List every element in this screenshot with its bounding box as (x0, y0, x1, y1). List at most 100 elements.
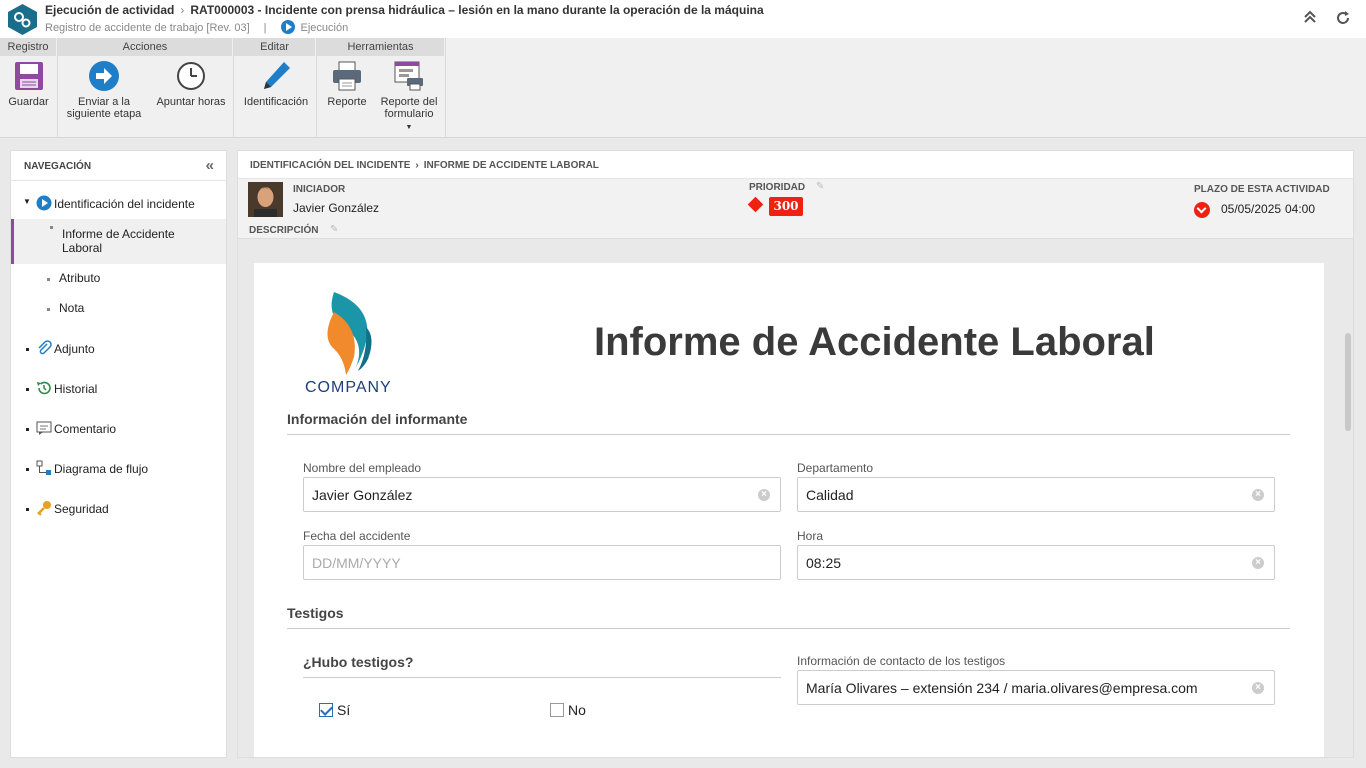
pencil-icon (264, 62, 290, 89)
form-title: Informe de Accidente Laboral (594, 320, 1155, 364)
nav-item-historial[interactable]: Historial (11, 381, 226, 399)
log-hours-button[interactable]: Apuntar horas (150, 60, 232, 108)
navigation-panel: NAVEGACIÓN « ▼ Identificación del incide… (10, 150, 227, 758)
nav-subitem-nota[interactable]: Nota (11, 301, 226, 319)
nav-item-label: Nota (59, 301, 85, 315)
form-report-button[interactable]: Reporte del formulario ▼ (377, 60, 441, 134)
send-next-stage-label: Enviar a la siguiente etapa (66, 96, 142, 120)
priority-badge: 300 (769, 197, 803, 216)
key-icon (36, 500, 52, 516)
employee-label: Nombre del empleado (303, 461, 422, 475)
nav-item-adjunto[interactable]: Adjunto (11, 340, 226, 359)
witness-no-checkbox[interactable] (550, 703, 564, 717)
nav-item-seguridad[interactable]: Seguridad (11, 501, 226, 519)
activity-info-bar: INICIADOR Javier González PRIORIDAD ✎ 30… (238, 179, 1353, 239)
title-bar: Ejecución de actividad › RAT000003 - Incid… (0, 0, 1366, 38)
nav-item-label: Informe de Accidente Laboral (62, 227, 175, 255)
time-value: 08:25 (806, 555, 842, 571)
form-sheet: COMPANY Informe de Accidente Laboral Inf… (254, 263, 1324, 757)
history-icon (36, 380, 52, 396)
accident-date-placeholder: DD/MM/YYYY (312, 555, 401, 571)
play-circle-icon (36, 195, 52, 211)
module-title[interactable]: Ejecución de actividad (45, 3, 174, 17)
deadline-date: 05/05/2025 (1221, 202, 1282, 216)
ribbon-group-label: Editar (234, 38, 316, 56)
priority-diamond-icon (747, 196, 764, 213)
section-reporter-title: Información del informante (287, 411, 1290, 435)
arrow-right-icon (89, 61, 119, 91)
employee-name-field[interactable]: Javier González × (303, 477, 781, 512)
stage-label: Ejecución (300, 21, 349, 34)
company-logo: COMPANY (304, 287, 424, 399)
witness-contact-label: Información de contacto de los testigos (797, 654, 1006, 668)
priority-label: PRIORIDAD (749, 182, 806, 193)
clock-icon (177, 62, 205, 90)
clear-icon[interactable]: × (1252, 682, 1264, 694)
form-report-icon (394, 61, 423, 91)
witness-question: ¿Hubo testigos? (303, 654, 781, 678)
save-button-label: Guardar (8, 96, 49, 108)
witness-contact-field[interactable]: María Olivares – extensión 234 / maria.o… (797, 670, 1275, 705)
ribbon-toolbar: Registro Guardar Acciones Enviar a la si… (0, 38, 1366, 138)
subtitle-separator: | (263, 21, 267, 34)
printer-icon (333, 61, 361, 91)
accident-date-label: Fecha del accidente (303, 529, 411, 543)
expand-caret-icon[interactable]: ▼ (23, 197, 31, 206)
witness-no-label[interactable]: No (568, 702, 586, 718)
comment-icon (36, 420, 52, 436)
ribbon-group-label: Herramientas (317, 38, 445, 56)
witness-contact-value: María Olivares – extensión 234 / maria.o… (806, 680, 1198, 696)
identification-label: Identificación (243, 96, 309, 108)
record-subtitle: Registro de accidente de trabajo [Rev. 0… (45, 21, 250, 34)
edit-description-icon[interactable]: ✎ (330, 224, 338, 235)
save-button[interactable]: Guardar (0, 60, 57, 108)
form-viewport[interactable]: COMPANY Informe de Accidente Laboral Inf… (238, 239, 1353, 757)
clear-icon[interactable]: × (758, 489, 770, 501)
department-value: Calidad (806, 487, 854, 503)
deadline-time: 04:00 (1285, 202, 1316, 216)
company-logo-text: COMPANY (305, 379, 392, 396)
report-button[interactable]: Reporte (319, 60, 375, 108)
ribbon-group-editar: Editar Identificación (234, 38, 317, 138)
nav-item-diagrama[interactable]: Diagrama de flujo (11, 460, 226, 479)
ribbon-group-herramientas: Herramientas Reporte Reporte del formula… (317, 38, 446, 138)
flowchart-icon (36, 460, 52, 476)
play-circle-icon (280, 20, 295, 34)
ribbon-group-registro: Registro Guardar (0, 38, 58, 138)
clear-icon[interactable]: × (1252, 557, 1264, 569)
report-label: Reporte (327, 96, 367, 108)
collapse-panel-icon[interactable]: « (206, 157, 214, 174)
nav-item-label: Adjunto (54, 342, 95, 356)
witness-yes-checkbox[interactable] (319, 703, 333, 717)
witness-yes-label[interactable]: Sí (337, 702, 350, 718)
breadcrumb: IDENTIFICACIÓN DEL INCIDENTE › INFORME DE … (238, 151, 1353, 179)
initiator-name: Javier González (293, 201, 380, 215)
nav-item-comentario[interactable]: Comentario (11, 421, 226, 439)
accident-date-field[interactable]: DD/MM/YYYY (303, 545, 781, 580)
nav-item-identificacion[interactable]: ▼ Identificación del incidente (11, 195, 226, 214)
time-field[interactable]: 08:25 × (797, 545, 1275, 580)
nav-item-label: Diagrama de flujo (54, 462, 149, 476)
edit-priority-icon[interactable]: ✎ (816, 181, 824, 192)
clear-icon[interactable]: × (1252, 489, 1264, 501)
vertical-scrollbar[interactable] (1345, 333, 1351, 431)
nav-subitem-informe[interactable]: Informe de Accidente Laboral (11, 219, 226, 264)
nav-item-label: Seguridad (54, 502, 109, 516)
dropdown-caret-icon[interactable]: ▼ (377, 122, 441, 134)
nav-title: NAVEGACIÓN (11, 151, 226, 181)
breadcrumb-item[interactable]: IDENTIFICACIÓN DEL INCIDENTE (250, 160, 410, 171)
department-label: Departamento (797, 461, 874, 475)
identification-button[interactable]: Identificación (238, 60, 314, 108)
ribbon-group-label: Registro (0, 38, 57, 56)
nav-item-label: Comentario (54, 422, 117, 436)
form-report-label: Reporte del formulario (380, 96, 438, 120)
send-next-stage-button[interactable]: Enviar a la siguiente etapa (60, 60, 148, 120)
nav-subitem-atributo[interactable]: Atributo (11, 271, 226, 289)
refresh-icon[interactable] (1334, 10, 1352, 28)
department-field[interactable]: Calidad × (797, 477, 1275, 512)
initiator-label: INICIADOR (293, 184, 346, 195)
double-chevron-up-icon[interactable] (1301, 10, 1319, 28)
app-logo-icon (8, 4, 37, 35)
nav-item-label: Historial (54, 382, 98, 396)
log-hours-label: Apuntar horas (156, 96, 226, 108)
